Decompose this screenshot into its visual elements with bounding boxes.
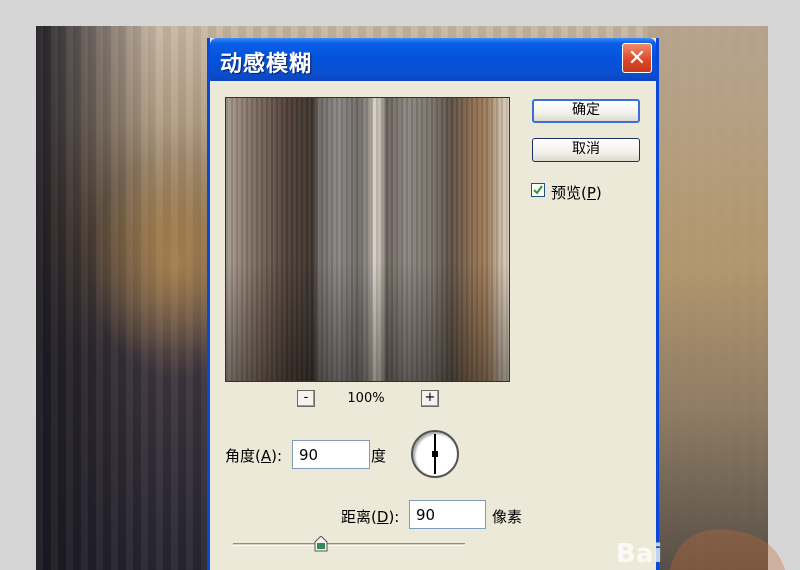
angle-dial-center (432, 451, 438, 457)
zoom-in-button[interactable]: + (421, 390, 439, 407)
distance-unit: 像素 (492, 508, 523, 526)
zoom-out-button[interactable]: - (297, 390, 315, 407)
preview-accel-key: P (586, 184, 596, 202)
preview-label-text: 预览 (551, 184, 582, 202)
distance-label-text: 距离 (341, 508, 372, 526)
checkmark-icon (533, 185, 543, 195)
close-button[interactable]: ✕ (622, 43, 652, 73)
close-icon: ✕ (627, 45, 647, 71)
angle-accel-close: ): (271, 447, 283, 465)
watermark-text: Bai (616, 539, 662, 569)
zoom-level: 100% (347, 391, 385, 406)
angle-accel-key: A (260, 447, 272, 465)
distance-input[interactable] (409, 500, 486, 529)
distance-accel-key: D (376, 508, 389, 526)
preview-label[interactable]: 预览(P) (551, 182, 602, 203)
distance-label: 距离(D): (341, 506, 399, 527)
distance-slider-track[interactable] (233, 543, 465, 546)
baidu-watermark: Bai (616, 529, 785, 570)
angle-unit: 度 (371, 447, 387, 465)
plus-icon: + (424, 390, 436, 405)
angle-label: 角度(A): (225, 445, 282, 466)
distance-slider-thumb[interactable] (314, 536, 328, 552)
preview-checkbox[interactable] (531, 183, 545, 197)
angle-dial[interactable] (411, 430, 459, 478)
distance-accel-close: ): (388, 508, 400, 526)
minus-icon: - (303, 390, 309, 405)
dialog-title: 动感模糊 (220, 52, 313, 77)
cancel-button[interactable]: 取消 (532, 138, 640, 162)
filter-preview[interactable] (225, 97, 510, 382)
dialog-titlebar[interactable]: 动感模糊 ✕ (210, 38, 656, 81)
angle-label-text: 角度 (225, 447, 256, 465)
preview-accel-close: ) (595, 184, 602, 202)
ok-button[interactable]: 确定 (532, 99, 640, 123)
angle-input[interactable] (292, 440, 370, 469)
